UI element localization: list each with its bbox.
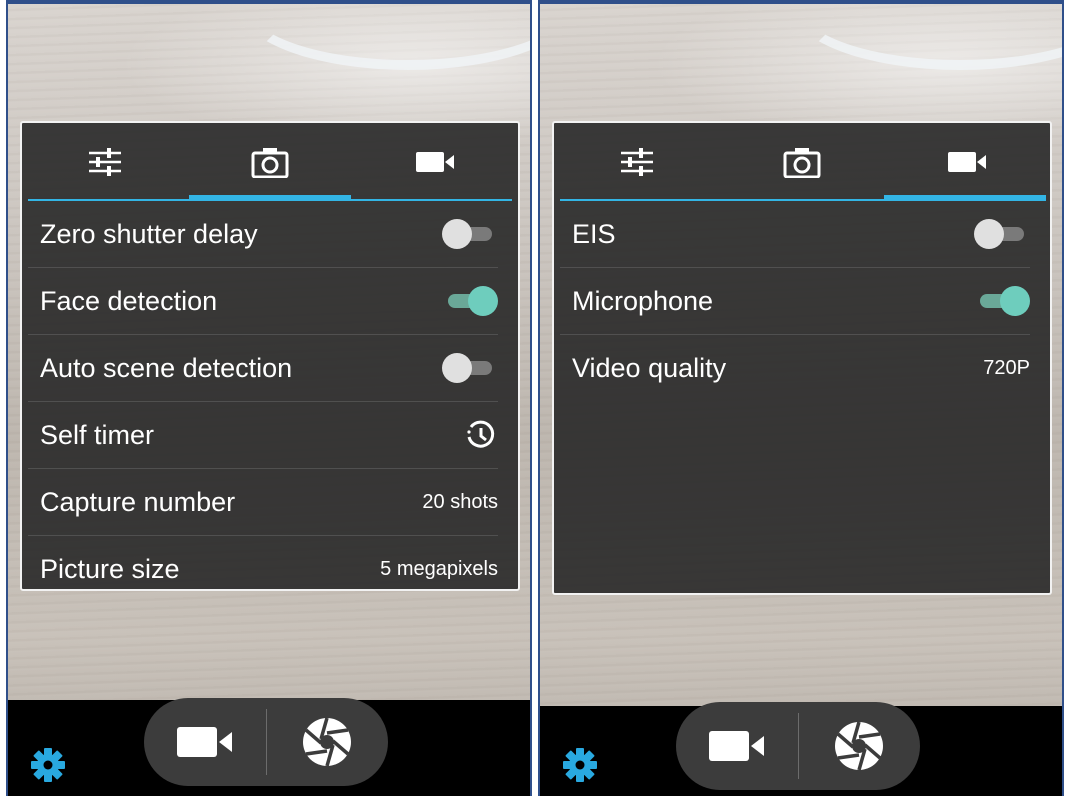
setting-label: Zero shutter delay <box>40 218 258 249</box>
shutter-button[interactable] <box>799 702 921 790</box>
setting-label: Capture number <box>40 486 236 517</box>
capture-control-pill <box>144 698 388 786</box>
toggle-switch-off[interactable] <box>974 219 1030 249</box>
settings-panel: Zero shutter delay Face detection Auto s… <box>20 121 520 591</box>
settings-list: EIS Microphone Video quality 720P <box>554 201 1050 401</box>
camera-icon <box>783 148 821 178</box>
settings-button[interactable] <box>562 747 598 788</box>
toggle-switch-on[interactable] <box>442 286 498 316</box>
video-camera-icon <box>708 731 764 761</box>
toggle-switch-on[interactable] <box>974 286 1030 316</box>
setting-video-quality[interactable]: Video quality 720P <box>560 335 1030 401</box>
setting-label: Auto scene detection <box>40 352 293 383</box>
setting-value: 720P <box>983 356 1030 379</box>
sliders-icon <box>88 148 121 176</box>
setting-self-timer[interactable]: Self timer <box>28 402 498 469</box>
settings-tabs <box>554 123 1050 201</box>
tab-general[interactable] <box>554 123 719 201</box>
setting-value: 20 shots <box>422 490 498 513</box>
setting-label: Video quality <box>572 352 727 383</box>
setting-auto-scene-detection[interactable]: Auto scene detection <box>28 335 498 402</box>
setting-label: Microphone <box>572 285 714 316</box>
background-cable <box>238 0 530 70</box>
setting-zero-shutter-delay[interactable]: Zero shutter delay <box>28 201 498 268</box>
setting-label: EIS <box>572 218 616 249</box>
tab-video[interactable] <box>353 123 518 201</box>
setting-face-detection[interactable]: Face detection <box>28 268 498 335</box>
tab-video[interactable] <box>885 123 1050 201</box>
setting-picture-size[interactable]: Picture size 5 megapixels <box>28 536 498 589</box>
tab-photo[interactable] <box>719 123 884 201</box>
tab-photo[interactable] <box>187 123 352 201</box>
shutter-icon <box>835 721 884 771</box>
shutter-button[interactable] <box>267 698 389 786</box>
camera-screen-video-settings: EIS Microphone Video quality 720P <box>538 0 1064 796</box>
setting-label: Self timer <box>40 419 155 450</box>
setting-label: Face detection <box>40 285 218 316</box>
gear-icon <box>563 748 597 782</box>
tab-general[interactable] <box>22 123 187 201</box>
settings-button[interactable] <box>30 747 66 788</box>
setting-label: Picture size <box>40 553 180 584</box>
setting-value: 5 megapixels <box>380 557 498 580</box>
shutter-icon <box>303 717 352 767</box>
settings-list: Zero shutter delay Face detection Auto s… <box>22 201 518 589</box>
settings-tabs <box>22 123 518 201</box>
video-mode-button[interactable] <box>144 698 266 786</box>
video-camera-icon <box>948 152 987 172</box>
setting-microphone[interactable]: Microphone <box>560 268 1030 335</box>
toggle-switch-off[interactable] <box>442 219 498 249</box>
gear-icon <box>31 748 65 782</box>
video-camera-icon <box>416 152 455 172</box>
background-cable <box>790 0 1062 70</box>
setting-capture-number[interactable]: Capture number 20 shots <box>28 469 498 536</box>
toggle-switch-off[interactable] <box>442 353 498 383</box>
sliders-icon <box>620 148 653 176</box>
timer-icon <box>467 420 495 448</box>
capture-control-pill <box>676 702 920 790</box>
settings-panel: EIS Microphone Video quality 720P <box>552 121 1052 595</box>
setting-eis[interactable]: EIS <box>560 201 1030 268</box>
camera-icon <box>251 148 289 178</box>
video-camera-icon <box>176 727 232 757</box>
camera-screen-photo-settings: Zero shutter delay Face detection Auto s… <box>6 0 532 796</box>
video-mode-button[interactable] <box>676 702 798 790</box>
